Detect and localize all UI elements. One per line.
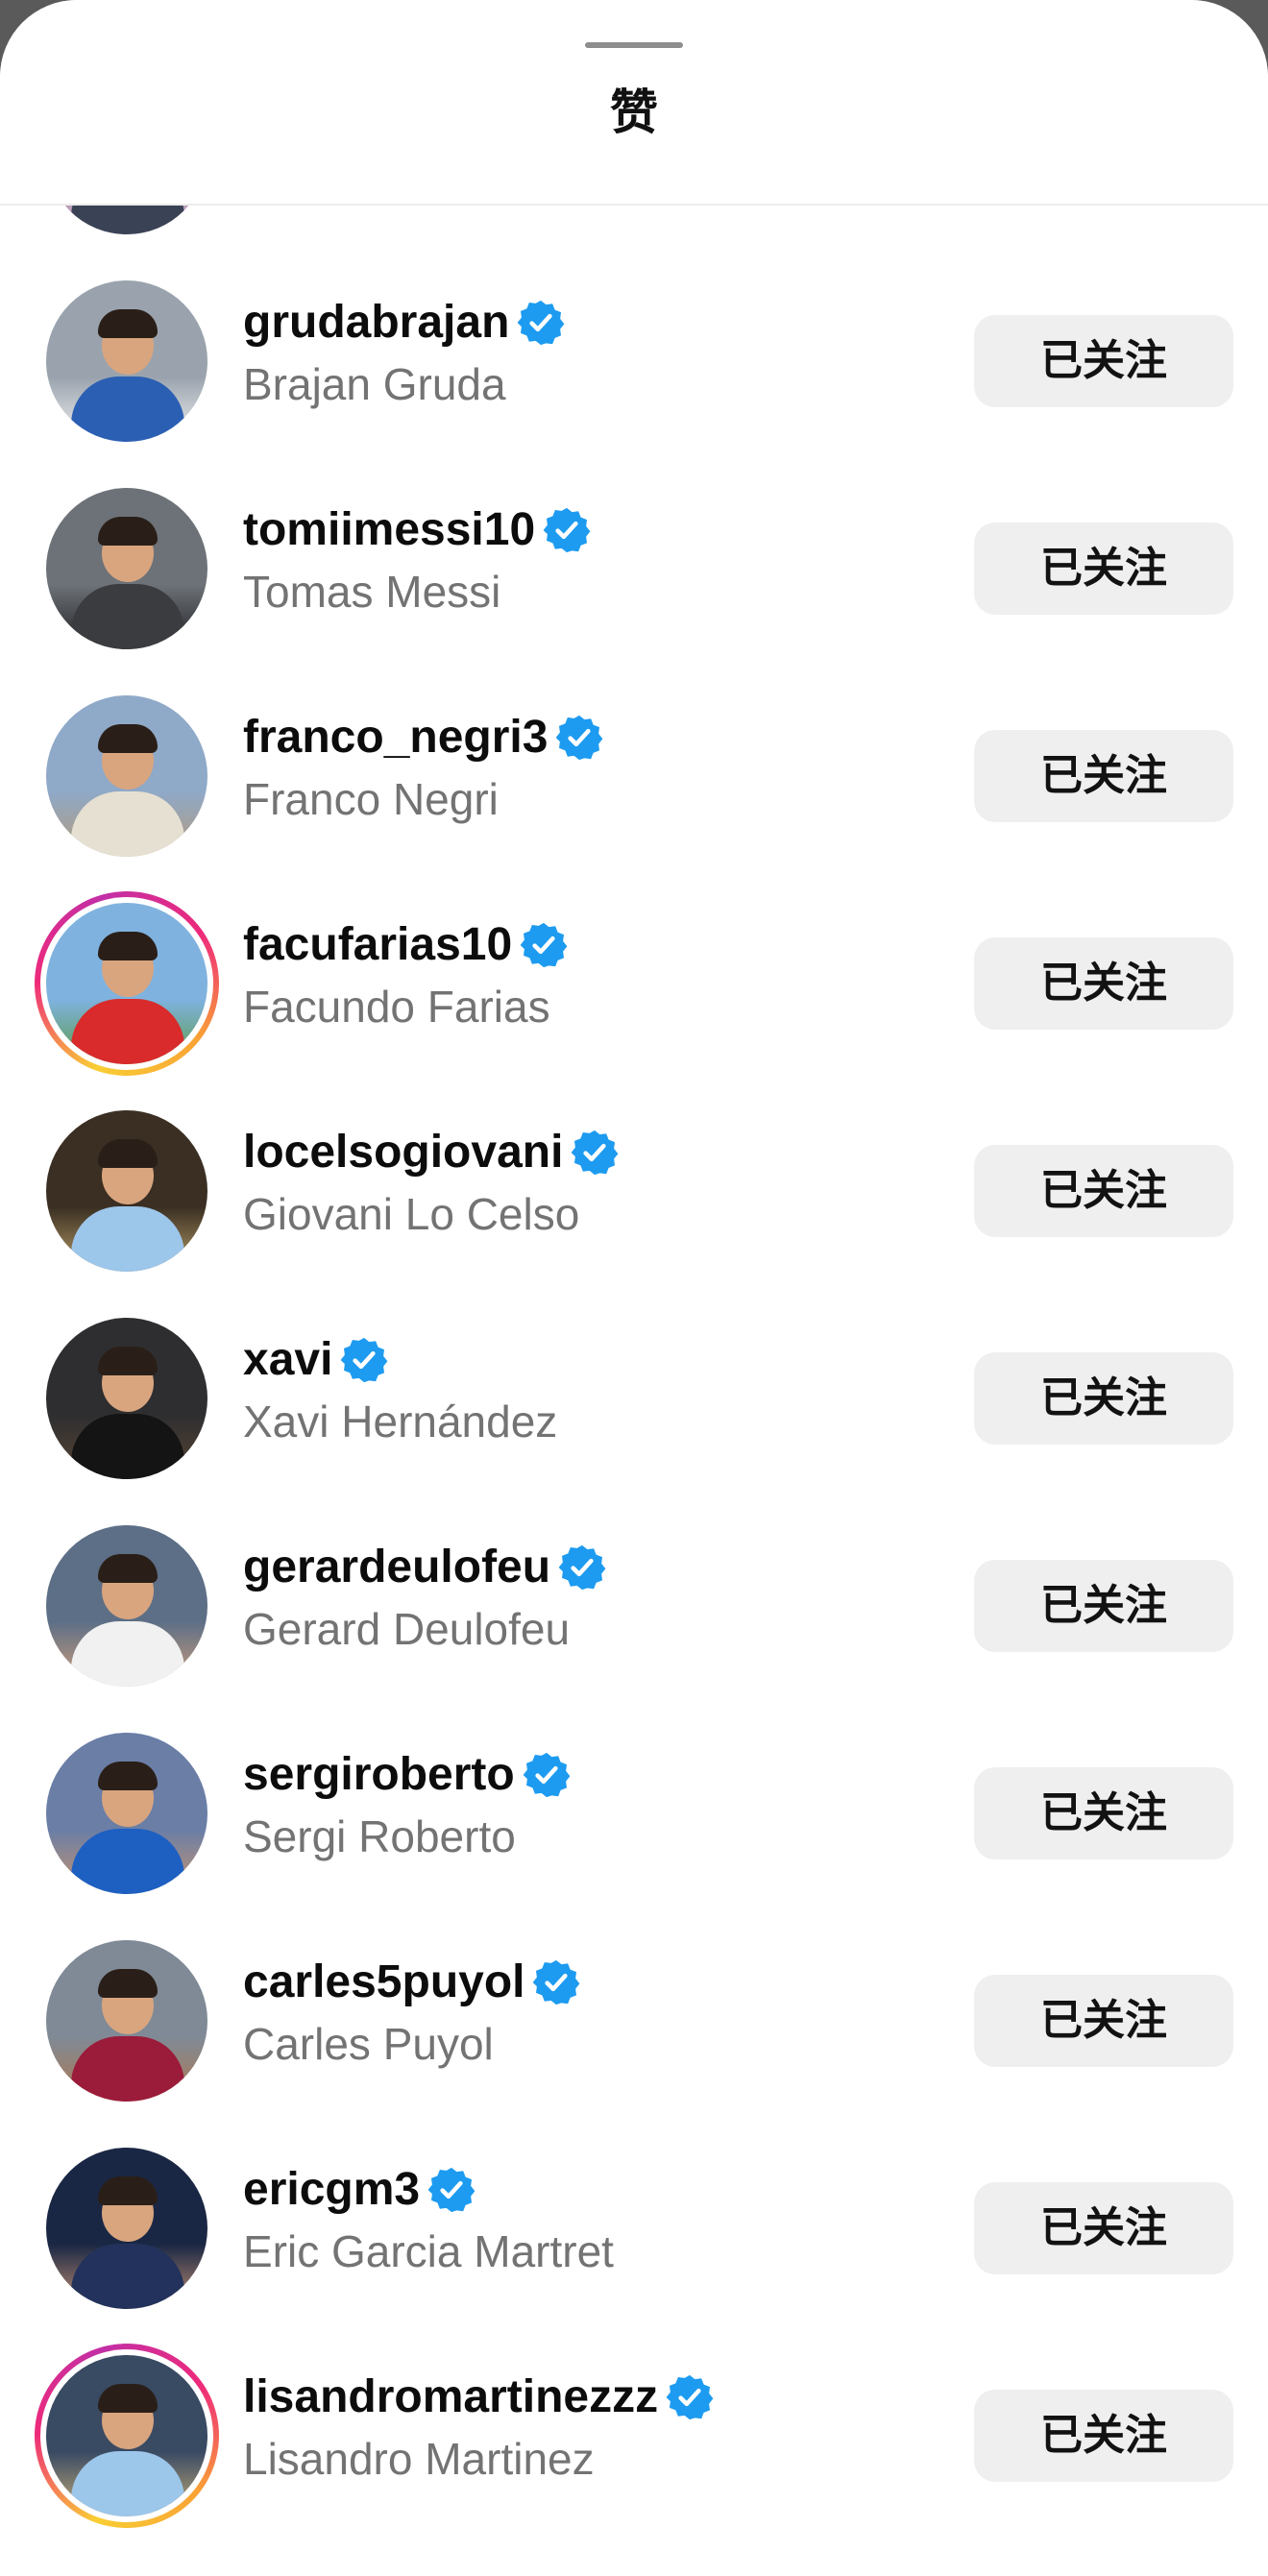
verified-badge-icon: [543, 506, 591, 554]
verified-badge-icon: [571, 1129, 619, 1177]
following-button[interactable]: 已关注: [974, 1560, 1233, 1652]
avatar[interactable]: [46, 2148, 207, 2309]
following-button[interactable]: 已关注: [974, 937, 1233, 1030]
username-text: carles5puyol: [243, 1956, 525, 2007]
list-item[interactable]: carles5puyol Carles Puyol 已关注: [0, 1917, 1268, 2125]
avatar-image: [46, 903, 207, 1064]
username[interactable]: gerardeulofeu: [243, 1537, 606, 1598]
following-button[interactable]: 已关注: [974, 1145, 1233, 1237]
username[interactable]: facufarias10: [243, 914, 568, 976]
following-button[interactable]: 已关注: [974, 315, 1233, 407]
avatar-image: [46, 695, 207, 857]
avatar[interactable]: [46, 1525, 207, 1687]
avatar[interactable]: [46, 1940, 207, 2102]
list-item[interactable]: locelsogiovani Giovani Lo Celso 已关注: [0, 1087, 1268, 1295]
list-item[interactable]: franco_negri3 Franco Negri 已关注: [0, 672, 1268, 880]
list-item[interactable]: xavi Xavi Hernández 已关注: [0, 1295, 1268, 1502]
verified-badge-icon: [532, 1958, 580, 2006]
likers-list[interactable]: joacotorres10_ Joaquin Torres已关注 grudabr…: [0, 0, 1268, 2576]
following-button[interactable]: 已关注: [974, 522, 1233, 615]
username[interactable]: lisandromartinezzz: [243, 2367, 714, 2428]
verified-badge-icon: [558, 1543, 606, 1592]
username-text: grudabrajan: [243, 297, 510, 348]
verified-badge-icon: [523, 1751, 571, 1799]
username[interactable]: grudabrajan: [243, 292, 565, 353]
username-text: locelsogiovani: [243, 1127, 564, 1178]
username-text: sergiroberto: [243, 1749, 515, 1800]
drag-handle[interactable]: [585, 42, 683, 48]
avatar[interactable]: [46, 1110, 207, 1272]
avatar-image: [46, 2355, 207, 2516]
username-text: tomiimessi10: [243, 504, 536, 555]
list-item[interactable]: ericgm3 Eric Garcia Martret 已关注: [0, 2125, 1268, 2332]
full-name: Eric Garcia Martret: [243, 2226, 614, 2276]
avatar-image: [46, 1318, 207, 1479]
verified-badge-icon: [555, 714, 603, 762]
avatar[interactable]: [46, 1733, 207, 1894]
full-name: Franco Negri: [243, 774, 499, 824]
avatar-image: [46, 1110, 207, 1272]
likes-sheet: joacotorres10_ Joaquin Torres已关注 grudabr…: [0, 0, 1268, 2576]
avatar-image: [46, 2148, 207, 2309]
avatar-image: [46, 1940, 207, 2102]
full-name: Brajan Gruda: [243, 359, 506, 409]
username[interactable]: franco_negri3: [243, 707, 603, 768]
username[interactable]: tomiimessi10: [243, 499, 591, 561]
avatar-image: [46, 1733, 207, 1894]
full-name: Lisandro Martinez: [243, 2434, 595, 2484]
username[interactable]: carles5puyol: [243, 1952, 580, 2013]
list-item[interactable]: sergiroberto Sergi Roberto 已关注: [0, 1710, 1268, 1917]
list-item[interactable]: lisandromartinezzz Lisandro Martinez 已关注: [0, 2332, 1268, 2540]
full-name: Carles Puyol: [243, 2019, 494, 2069]
full-name: Xavi Hernández: [243, 1397, 558, 1446]
following-button[interactable]: 已关注: [974, 2390, 1233, 2482]
username-text: ericgm3: [243, 2164, 421, 2215]
following-button[interactable]: 已关注: [974, 2182, 1233, 2274]
full-name: Gerard Deulofeu: [243, 1604, 571, 1654]
username-text: lisandromartinezzz: [243, 2371, 659, 2422]
full-name: Sergi Roberto: [243, 1811, 516, 1861]
full-name: Giovani Lo Celso: [243, 1189, 580, 1239]
username[interactable]: locelsogiovani: [243, 1122, 619, 1183]
username[interactable]: xavi: [243, 1329, 388, 1391]
sheet-header: 赞: [0, 0, 1268, 206]
following-button[interactable]: 已关注: [974, 1767, 1233, 1859]
username[interactable]: sergiroberto: [243, 1744, 571, 1806]
avatar-image: [46, 488, 207, 649]
avatar-image: [46, 1525, 207, 1687]
verified-badge-icon: [340, 1336, 388, 1384]
username-text: xavi: [243, 1334, 333, 1385]
full-name: Tomas Messi: [243, 567, 501, 617]
list-item[interactable]: gerardeulofeu Gerard Deulofeu 已关注: [0, 1502, 1268, 1710]
list-item[interactable]: grudabrajan Brajan Gruda 已关注: [0, 257, 1268, 465]
username[interactable]: ericgm3: [243, 2159, 476, 2221]
page-title: 赞: [610, 85, 658, 140]
avatar-image: [46, 280, 207, 442]
full-name: Facundo Farias: [243, 982, 550, 1032]
verified-badge-icon: [520, 921, 568, 969]
following-button[interactable]: 已关注: [974, 1975, 1233, 2067]
avatar[interactable]: [46, 695, 207, 857]
username-text: franco_negri3: [243, 712, 549, 763]
verified-badge-icon: [427, 2166, 476, 2214]
avatar-story-ring[interactable]: [35, 2344, 219, 2528]
verified-badge-icon: [666, 2373, 714, 2421]
verified-badge-icon: [517, 299, 565, 347]
list-item[interactable]: tomiimessi10 Tomas Messi 已关注: [0, 465, 1268, 672]
username-text: gerardeulofeu: [243, 1542, 551, 1592]
following-button[interactable]: 已关注: [974, 730, 1233, 822]
avatar[interactable]: [46, 1318, 207, 1479]
avatar[interactable]: [46, 280, 207, 442]
avatar-story-ring[interactable]: [35, 891, 219, 1076]
following-button[interactable]: 已关注: [974, 1352, 1233, 1445]
avatar[interactable]: [46, 488, 207, 649]
list-item[interactable]: facufarias10 Facundo Farias 已关注: [0, 880, 1268, 1087]
username-text: facufarias10: [243, 919, 513, 970]
